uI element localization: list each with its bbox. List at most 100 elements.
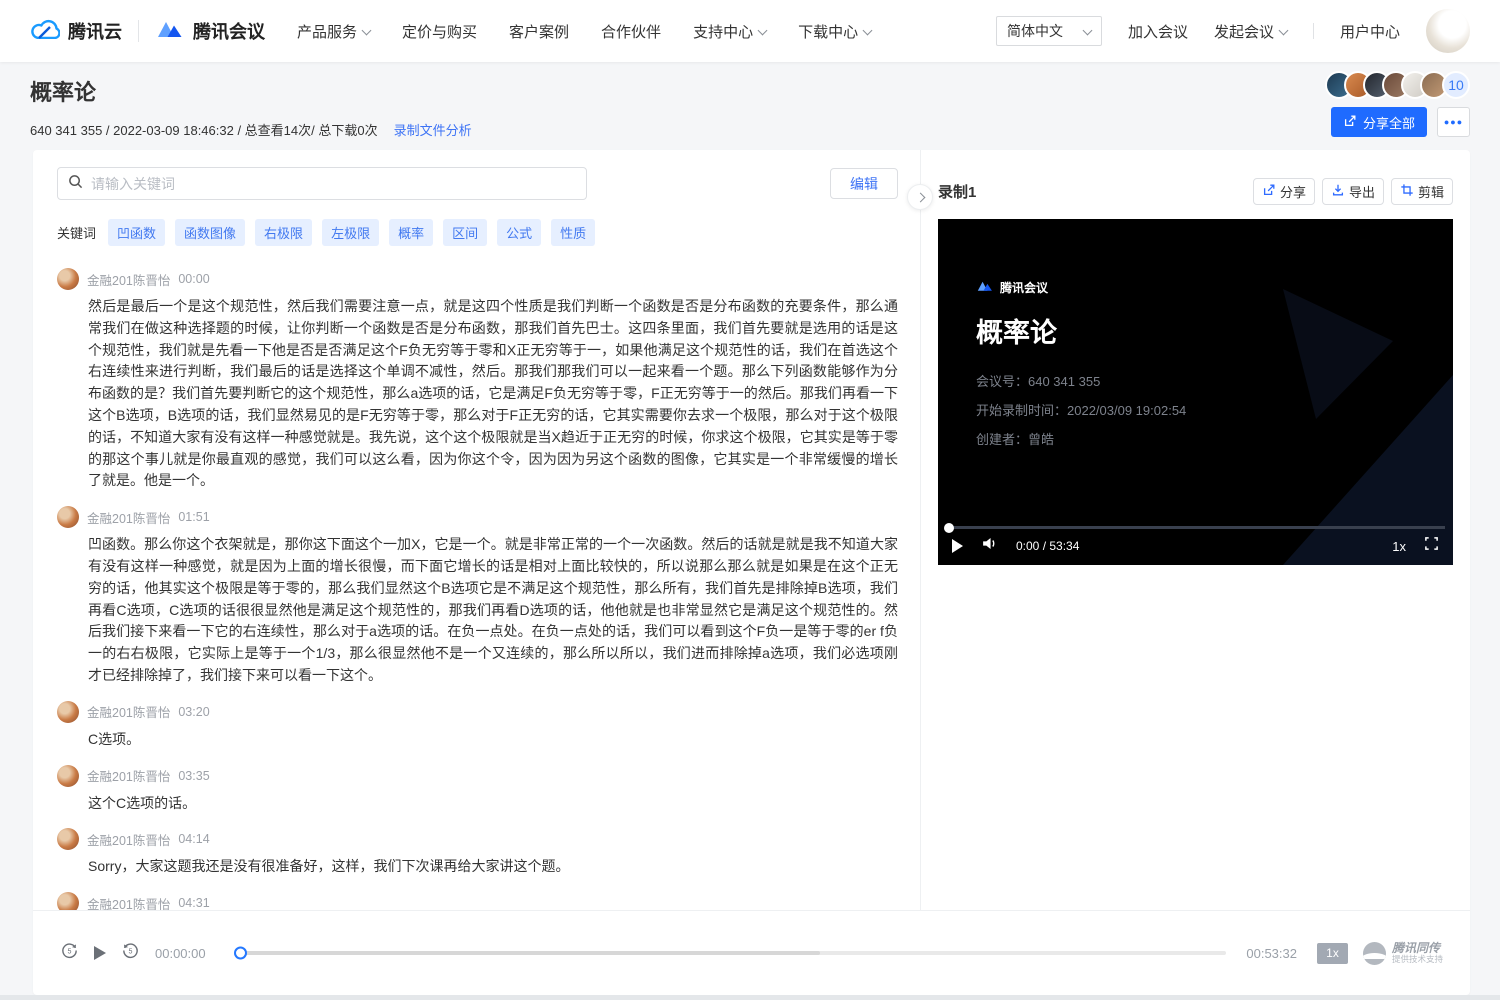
chevron-down-icon [362, 25, 372, 35]
language-select[interactable]: 简体中文 [996, 16, 1102, 46]
speaker-avatar [57, 506, 79, 528]
playback-slider[interactable] [236, 951, 1227, 955]
participant-count-badge[interactable]: 10 [1442, 71, 1470, 99]
entry-text: C选项。 [88, 729, 898, 751]
top-nav: 腾讯云 腾讯会议 产品服务 定价与购买 客户案例 合作伙伴 支持中心 下载中心 … [0, 0, 1500, 62]
svg-text:5: 5 [129, 947, 133, 955]
video-player[interactable]: 腾讯会议 概率论 会议号：640 341 355 开始录制时间：2022/03/… [938, 219, 1453, 565]
meeting-meta: 640 341 355 / 2022-03-09 18:46:32 / 总查看1… [30, 120, 378, 139]
recording-panel: 录制1 分享 导出 剪辑 [921, 150, 1470, 910]
keyword-tag[interactable]: 凹函数 [108, 219, 165, 246]
user-center-link[interactable]: 用户中心 [1340, 21, 1400, 42]
nav-item-pricing[interactable]: 定价与购买 [402, 21, 477, 42]
chevron-down-icon [863, 25, 873, 35]
entry-timestamp[interactable]: 01:51 [178, 510, 209, 524]
main-menu: 产品服务 定价与购买 客户案例 合作伙伴 支持中心 下载中心 [297, 21, 903, 42]
entry-timestamp[interactable]: 03:20 [178, 705, 209, 719]
speaker-name: 金融201陈晋怡 [87, 830, 170, 849]
playback-bar: 5 5 00:00:00 00:53:32 1x [33, 910, 1470, 995]
tencent-cloud-label: 腾讯云 [68, 18, 122, 44]
keyword-tag[interactable]: 公式 [497, 219, 541, 246]
entry-timestamp[interactable]: 03:35 [178, 769, 209, 783]
video-progress-handle[interactable] [944, 523, 954, 533]
video-speed-button[interactable]: 1x [1392, 539, 1406, 554]
transcript-panel: 编辑 关键词 凹函数 函数图像 右极限 左极限 概率 区间 公式 性质 金融20… [33, 150, 920, 910]
start-meeting-label: 发起会议 [1214, 21, 1274, 42]
keyword-tag[interactable]: 右极限 [255, 219, 312, 246]
nav-item-label: 下载中心 [798, 21, 858, 42]
speaker-name: 金融201陈晋怡 [87, 270, 170, 289]
speaker-name: 金融201陈晋怡 [87, 508, 170, 527]
user-avatar[interactable] [1426, 9, 1470, 53]
join-meeting-link[interactable]: 加入会议 [1128, 21, 1188, 42]
clip-icon [1400, 183, 1414, 200]
start-meeting-link[interactable]: 发起会议 [1214, 21, 1287, 42]
entry-text: 这个C选项的话。 [88, 793, 898, 815]
keyword-tags: 凹函数 函数图像 右极限 左极限 概率 区间 公式 性质 [108, 219, 595, 246]
transcript-entry[interactable]: 金融201陈晋怡 00:00 然后是最后一个是这个规范性，然后我们需要注意一点，… [57, 268, 898, 492]
nav-item-cases[interactable]: 客户案例 [509, 21, 569, 42]
keyword-tag[interactable]: 左极限 [322, 219, 379, 246]
download-icon [1331, 183, 1345, 200]
nav-item-label: 客户案例 [509, 21, 569, 42]
keyword-tag[interactable]: 性质 [551, 219, 595, 246]
nav-item-partners[interactable]: 合作伙伴 [601, 21, 661, 42]
keywords-label: 关键词 [57, 223, 96, 242]
share-all-button[interactable]: 分享全部 [1331, 107, 1427, 137]
share-recording-button[interactable]: 分享 [1253, 178, 1315, 205]
video-progress-bar[interactable] [946, 526, 1445, 529]
forward-5-icon[interactable]: 5 [121, 941, 140, 965]
transcript-entry[interactable]: 金融201陈晋怡 01:51 凹函数。那么你这个衣架就是，那你这下面这个一加X，… [57, 506, 898, 687]
video-meeting-number: 会议号：640 341 355 [976, 371, 1100, 390]
rewind-5-icon[interactable]: 5 [60, 941, 79, 965]
transcript-entry[interactable]: 金融201陈晋怡 03:35 这个C选项的话。 [57, 765, 898, 815]
search-input[interactable] [91, 176, 576, 192]
playback-slider-handle[interactable] [234, 947, 247, 960]
video-time: 0:00 / 53:34 [1016, 539, 1079, 553]
keyword-tag[interactable]: 概率 [389, 219, 433, 246]
nav-item-products[interactable]: 产品服务 [297, 21, 370, 42]
video-creator: 创建者：曾皓 [976, 429, 1054, 448]
tencent-cloud-logo[interactable]: 腾讯云 [30, 18, 122, 44]
transcript-entry[interactable]: 金融201陈晋怡 03:20 C选项。 [57, 701, 898, 751]
speaker-name: 金融201陈晋怡 [87, 766, 170, 785]
transcript-entry[interactable]: 金融201陈晋怡 04:14 Sorry，大家这题我还是没有很准备好，这样，我们… [57, 828, 898, 878]
nav-item-download[interactable]: 下载中心 [798, 21, 871, 42]
video-brand-label: 腾讯会议 [1000, 279, 1048, 296]
clip-recording-button[interactable]: 剪辑 [1391, 178, 1453, 205]
provider-name: 腾讯同传 [1392, 942, 1443, 955]
nav-item-label: 产品服务 [297, 21, 357, 42]
volume-icon[interactable] [981, 535, 998, 557]
entry-text: Sorry，大家这题我还是没有很准备好，这样，我们下次课再给大家讲这个题。 [88, 856, 898, 878]
nav-item-support[interactable]: 支持中心 [693, 21, 766, 42]
keyword-tag[interactable]: 区间 [443, 219, 487, 246]
nav-item-label: 支持中心 [693, 21, 753, 42]
share-icon [1343, 114, 1357, 131]
tencent-meeting-icon [976, 280, 994, 295]
more-button[interactable]: ●●● [1437, 107, 1470, 137]
playback-play-button[interactable] [94, 946, 106, 960]
playback-current-time: 00:00:00 [155, 946, 206, 961]
nav-item-label: 定价与购买 [402, 21, 477, 42]
entry-timestamp[interactable]: 04:31 [178, 896, 209, 910]
analysis-link[interactable]: 录制文件分析 [394, 120, 472, 139]
keyword-tag[interactable]: 函数图像 [175, 219, 245, 246]
provider-badge: 腾讯同传 提供技术支持 [1363, 942, 1443, 965]
tencent-simul-logo-icon [1363, 942, 1386, 965]
join-meeting-label: 加入会议 [1128, 21, 1188, 42]
export-recording-button[interactable]: 导出 [1322, 178, 1384, 205]
transcript-entry[interactable]: 金融201陈晋怡 04:31 那我们先不看C，我们先来看一下。先来看一下第的话，… [57, 892, 898, 910]
speaker-avatar [57, 701, 79, 723]
playback-speed-button[interactable]: 1x [1317, 943, 1348, 964]
export-label: 导出 [1349, 182, 1375, 201]
tencent-meeting-logo[interactable]: 腾讯会议 [155, 18, 265, 44]
fullscreen-icon[interactable] [1424, 536, 1439, 556]
participant-avatars [1325, 71, 1448, 99]
entry-timestamp[interactable]: 00:00 [178, 272, 209, 286]
entry-timestamp[interactable]: 04:14 [178, 832, 209, 846]
speaker-name: 金融201陈晋怡 [87, 894, 170, 910]
share-icon [1262, 183, 1276, 200]
video-play-button[interactable] [952, 539, 963, 553]
edit-button[interactable]: 编辑 [830, 168, 898, 199]
page-header: 概率论 640 341 355 / 2022-03-09 18:46:32 / … [30, 62, 1470, 148]
